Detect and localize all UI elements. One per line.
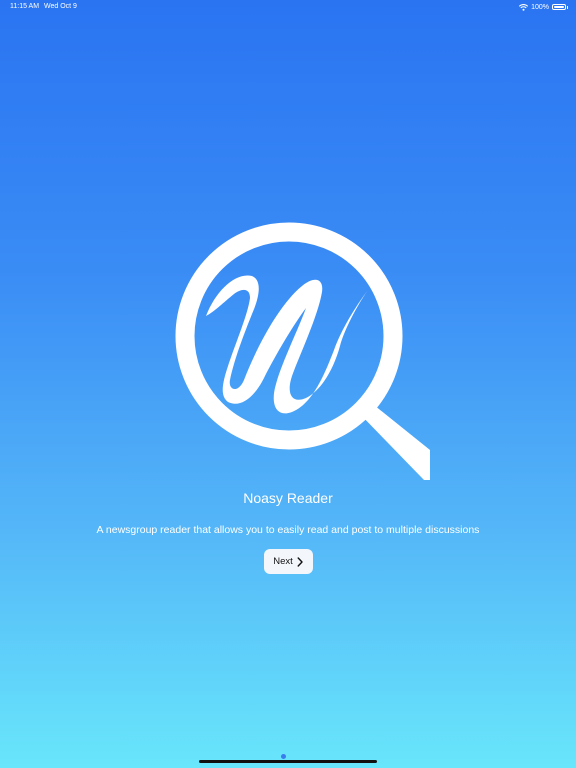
page-indicator-dot[interactable]	[281, 754, 286, 759]
battery-icon	[552, 4, 566, 10]
chevron-right-icon	[297, 556, 303, 567]
next-button[interactable]: Next	[264, 549, 313, 574]
status-time: 11:15 AM	[10, 3, 40, 10]
magnifier-handle	[358, 401, 430, 480]
status-bar: 11:15 AM Wed Oct 9 100%	[0, 0, 576, 14]
next-button-label: Next	[273, 556, 293, 567]
wifi-icon	[519, 3, 529, 11]
battery-percent: 100%	[531, 3, 549, 11]
battery-tip	[567, 5, 568, 9]
app-subtitle: A newsgroup reader that allows you to ea…	[96, 524, 480, 536]
home-indicator[interactable]	[199, 760, 377, 763]
app-title: Noasy Reader	[243, 490, 333, 506]
script-n-stroke	[206, 275, 368, 414]
status-indicators: 100%	[519, 2, 568, 12]
magnifier-n-logo	[175, 222, 430, 480]
status-date: Wed Oct 9	[44, 3, 77, 10]
